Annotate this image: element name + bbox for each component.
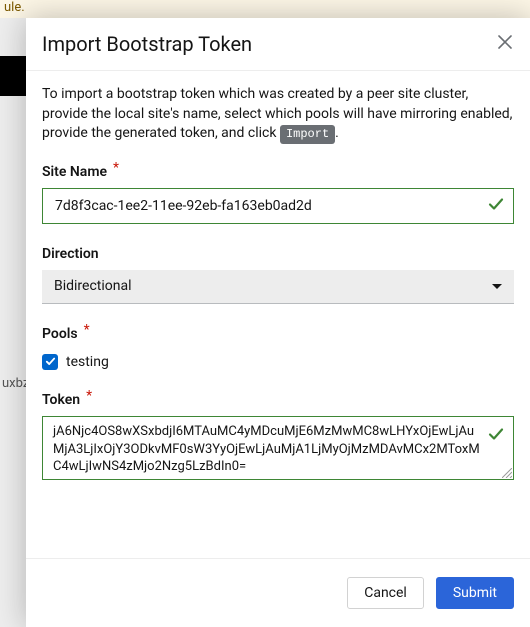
pools-label: Pools xyxy=(42,326,78,342)
direction-select[interactable]: Bidirectional xyxy=(42,270,514,304)
site-name-field: Site Name* xyxy=(42,164,514,224)
background-banner: ule. xyxy=(0,0,530,18)
import-bootstrap-token-modal: Import Bootstrap Token To import a boots… xyxy=(26,18,530,627)
site-name-label: Site Name xyxy=(42,164,107,180)
required-asterisk: * xyxy=(84,322,90,338)
required-asterisk: * xyxy=(86,388,92,404)
cancel-button[interactable]: Cancel xyxy=(347,577,424,609)
modal-title: Import Bootstrap Token xyxy=(42,32,252,56)
direction-value: Bidirectional xyxy=(54,278,132,294)
site-name-input[interactable] xyxy=(42,188,514,224)
import-chip: Import xyxy=(280,125,335,144)
required-asterisk: * xyxy=(113,160,119,176)
submit-button[interactable]: Submit xyxy=(436,577,514,609)
direction-label: Direction xyxy=(42,246,99,262)
intro-text: To import a bootstrap token which was cr… xyxy=(42,85,514,144)
pool-checkbox[interactable] xyxy=(42,354,58,370)
chevron-down-icon xyxy=(492,284,502,289)
token-field: Token* xyxy=(42,392,514,484)
modal-body: To import a bootstrap token which was cr… xyxy=(26,70,530,559)
token-label: Token xyxy=(42,392,80,408)
modal-header: Import Bootstrap Token xyxy=(26,18,530,70)
intro-text-post: . xyxy=(335,125,339,141)
direction-field: Direction Bidirectional xyxy=(42,246,514,304)
modal-footer: Cancel Submit xyxy=(26,559,530,627)
intro-text-pre: To import a bootstrap token which was cr… xyxy=(42,86,512,141)
pools-field: Pools* testing xyxy=(42,326,514,370)
token-textarea[interactable] xyxy=(42,416,514,480)
close-icon[interactable] xyxy=(496,33,514,55)
pool-option: testing xyxy=(42,354,514,370)
pool-option-label: testing xyxy=(66,354,109,370)
